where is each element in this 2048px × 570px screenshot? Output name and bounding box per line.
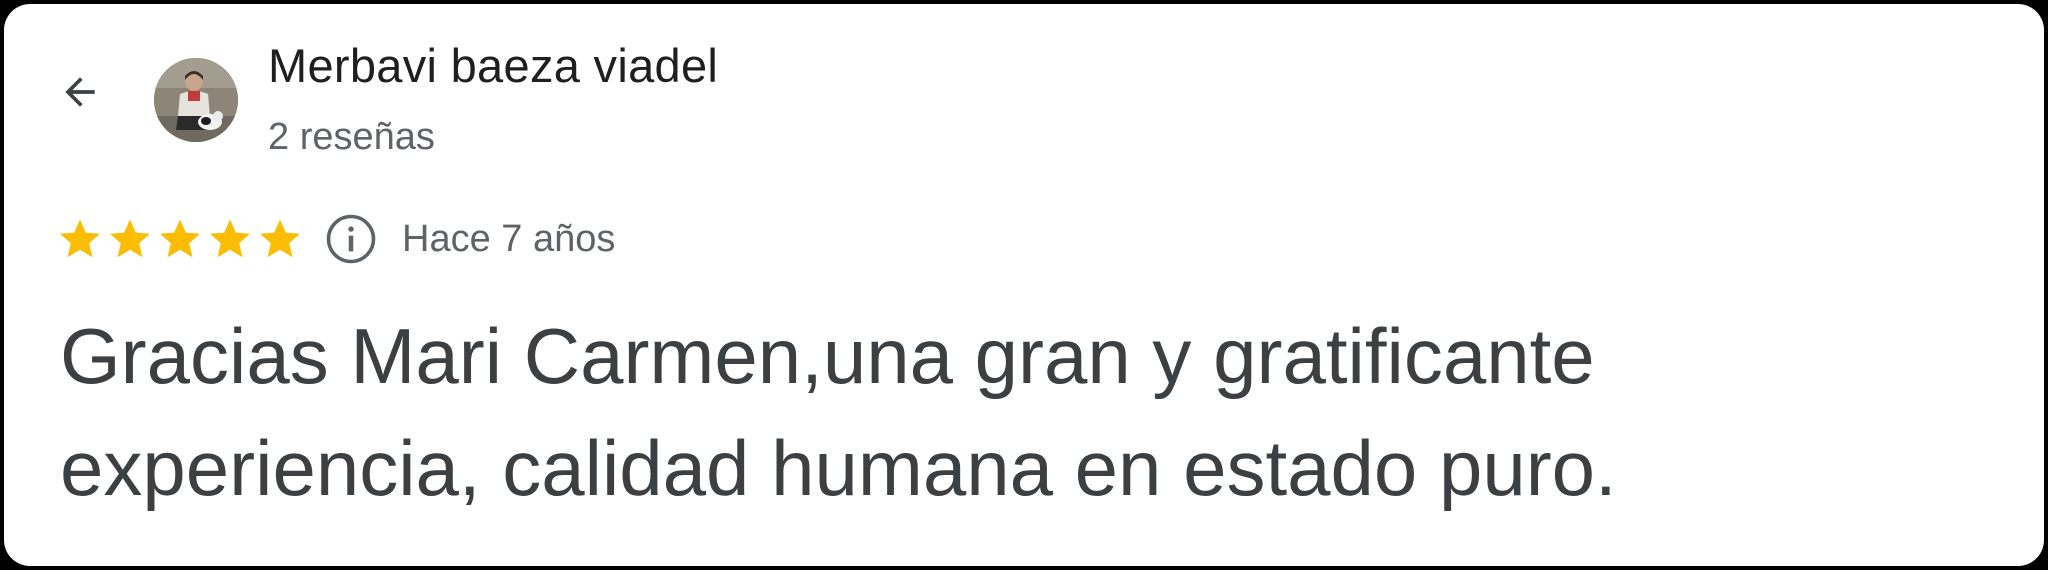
review-card: Merbavi baeza viadel 2 reseñas Hace 7 añ… — [4, 4, 2044, 566]
avatar[interactable] — [154, 58, 238, 142]
star-icon — [160, 219, 200, 258]
review-text: Gracias Mari Carmen,una gran y gratifica… — [60, 312, 1617, 512]
review-date: Hace 7 años — [402, 217, 616, 260]
star-icon — [110, 219, 150, 258]
rating-row: Hace 7 años — [56, 211, 615, 267]
info-circle-icon[interactable] — [324, 212, 378, 266]
back-button[interactable] — [50, 62, 110, 122]
star-icon — [210, 219, 250, 258]
star-rating — [56, 215, 306, 263]
avatar-photo — [154, 58, 238, 142]
arrow-left-icon — [65, 77, 95, 107]
star-icon — [260, 219, 300, 258]
star-icon — [60, 219, 100, 258]
reviewer-name[interactable]: Merbavi baeza viadel — [268, 38, 718, 93]
review-count: 2 reseñas — [268, 116, 435, 158]
